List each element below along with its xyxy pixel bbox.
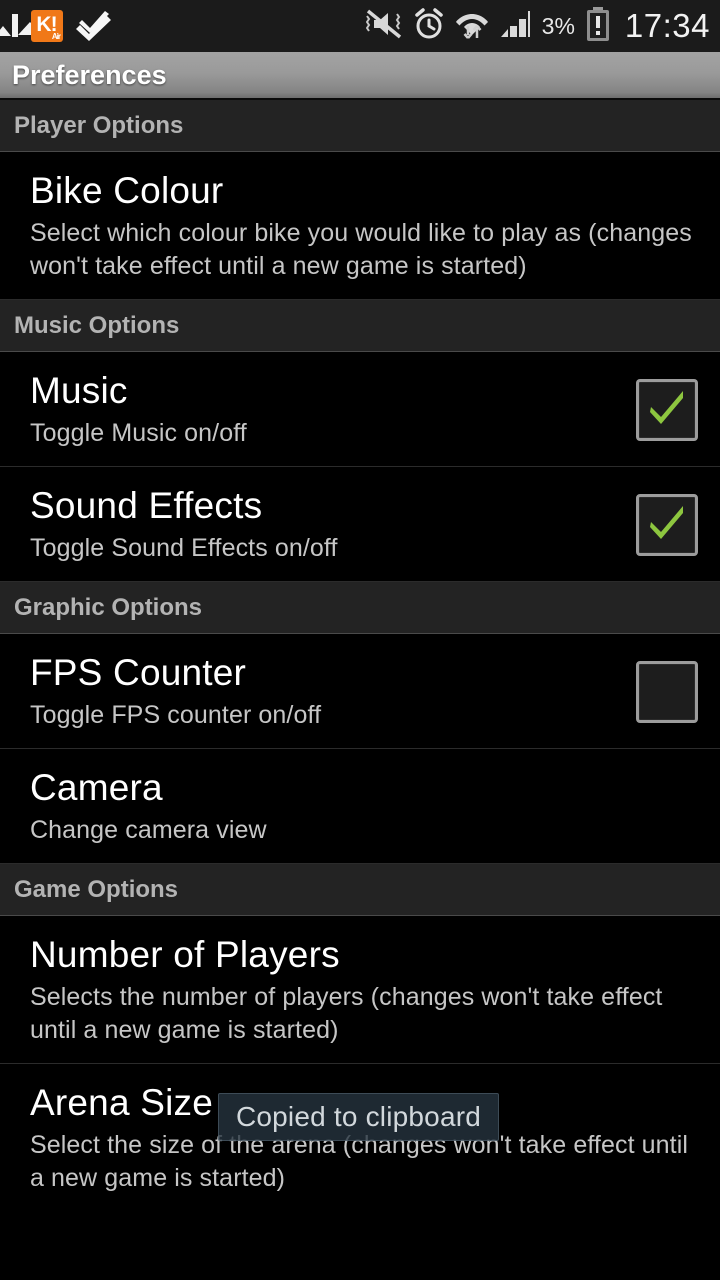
battery-low-icon bbox=[586, 6, 610, 46]
pref-text-block: Camera Change camera view bbox=[30, 765, 698, 847]
pref-widget bbox=[636, 377, 698, 441]
pref-summary: Change camera view bbox=[30, 816, 267, 844]
vibrate-mute-icon bbox=[365, 8, 402, 45]
pref-item-number-of-players[interactable]: Number of Players Selects the number of … bbox=[0, 916, 720, 1064]
pref-text-block: Sound Effects Toggle Sound Effects on/of… bbox=[30, 483, 622, 565]
wifi-data-icon bbox=[455, 8, 488, 45]
toast-message: Copied to clipboard bbox=[235, 1101, 482, 1132]
pref-title: FPS Counter bbox=[30, 652, 247, 693]
check-icon bbox=[650, 506, 683, 539]
android-preferences-screen: K! Air 3% 17:34 Preferences Player Optio… bbox=[0, 0, 720, 1280]
preferences-list[interactable]: Player Options Bike Colour Select which … bbox=[0, 100, 720, 1211]
photo-icon bbox=[12, 14, 18, 37]
pref-widget bbox=[636, 492, 698, 556]
pref-title: Bike Colour bbox=[30, 170, 224, 211]
pref-summary: Toggle Sound Effects on/off bbox=[30, 534, 338, 562]
battery-percent-label: 3% bbox=[541, 12, 575, 39]
pref-item-bike-colour[interactable]: Bike Colour Select which colour bike you… bbox=[0, 152, 720, 300]
pref-item-fps-counter[interactable]: FPS Counter Toggle FPS counter on/off bbox=[0, 634, 720, 749]
toast-notification: Copied to clipboard bbox=[218, 1093, 499, 1141]
system-status-icons: 3% 17:34 bbox=[365, 6, 710, 46]
notification-icons: K! Air bbox=[12, 10, 112, 42]
pref-text-block: FPS Counter Toggle FPS counter on/off bbox=[30, 650, 622, 732]
section-title: Graphic Options bbox=[14, 594, 203, 621]
section-header-music-options: Music Options bbox=[0, 300, 720, 352]
signal-bars-icon bbox=[499, 9, 531, 44]
pref-title: Camera bbox=[30, 767, 163, 808]
pref-summary: Toggle FPS counter on/off bbox=[30, 701, 322, 729]
pref-item-sound-effects[interactable]: Sound Effects Toggle Sound Effects on/of… bbox=[0, 467, 720, 582]
pref-title: Sound Effects bbox=[30, 485, 263, 526]
double-check-icon bbox=[76, 11, 112, 41]
app-title-bar: Preferences bbox=[0, 52, 720, 100]
pref-title: Number of Players bbox=[30, 934, 340, 975]
pref-item-camera[interactable]: Camera Change camera view bbox=[0, 749, 720, 864]
pref-summary: Selects the number of players (changes w… bbox=[30, 983, 663, 1044]
section-title: Player Options bbox=[14, 112, 184, 139]
pref-title: Music bbox=[30, 370, 128, 411]
pref-text-block: Bike Colour Select which colour bike you… bbox=[30, 168, 698, 283]
checkbox-fps-counter[interactable] bbox=[636, 661, 698, 723]
pref-summary: Toggle Music on/off bbox=[30, 419, 247, 447]
kahoot-app-icon: K! Air bbox=[31, 10, 63, 42]
status-bar-clock: 17:34 bbox=[624, 7, 710, 44]
checkbox-sound-effects[interactable] bbox=[636, 494, 698, 556]
checkbox-music[interactable] bbox=[636, 379, 698, 441]
page-title: Preferences bbox=[12, 59, 167, 90]
pref-text-block: Number of Players Selects the number of … bbox=[30, 932, 698, 1047]
section-header-graphic-options: Graphic Options bbox=[0, 582, 720, 634]
section-header-player-options: Player Options bbox=[0, 100, 720, 152]
pref-widget bbox=[636, 659, 698, 723]
section-title: Music Options bbox=[14, 312, 180, 339]
pref-summary: Select which colour bike you would like … bbox=[30, 219, 692, 280]
alarm-clock-icon bbox=[413, 7, 445, 45]
status-bar[interactable]: K! Air 3% 17:34 bbox=[0, 0, 720, 52]
section-title: Game Options bbox=[14, 876, 179, 903]
pref-item-music[interactable]: Music Toggle Music on/off bbox=[0, 352, 720, 467]
check-icon bbox=[650, 391, 683, 424]
pref-text-block: Music Toggle Music on/off bbox=[30, 368, 622, 450]
section-header-game-options: Game Options bbox=[0, 864, 720, 916]
